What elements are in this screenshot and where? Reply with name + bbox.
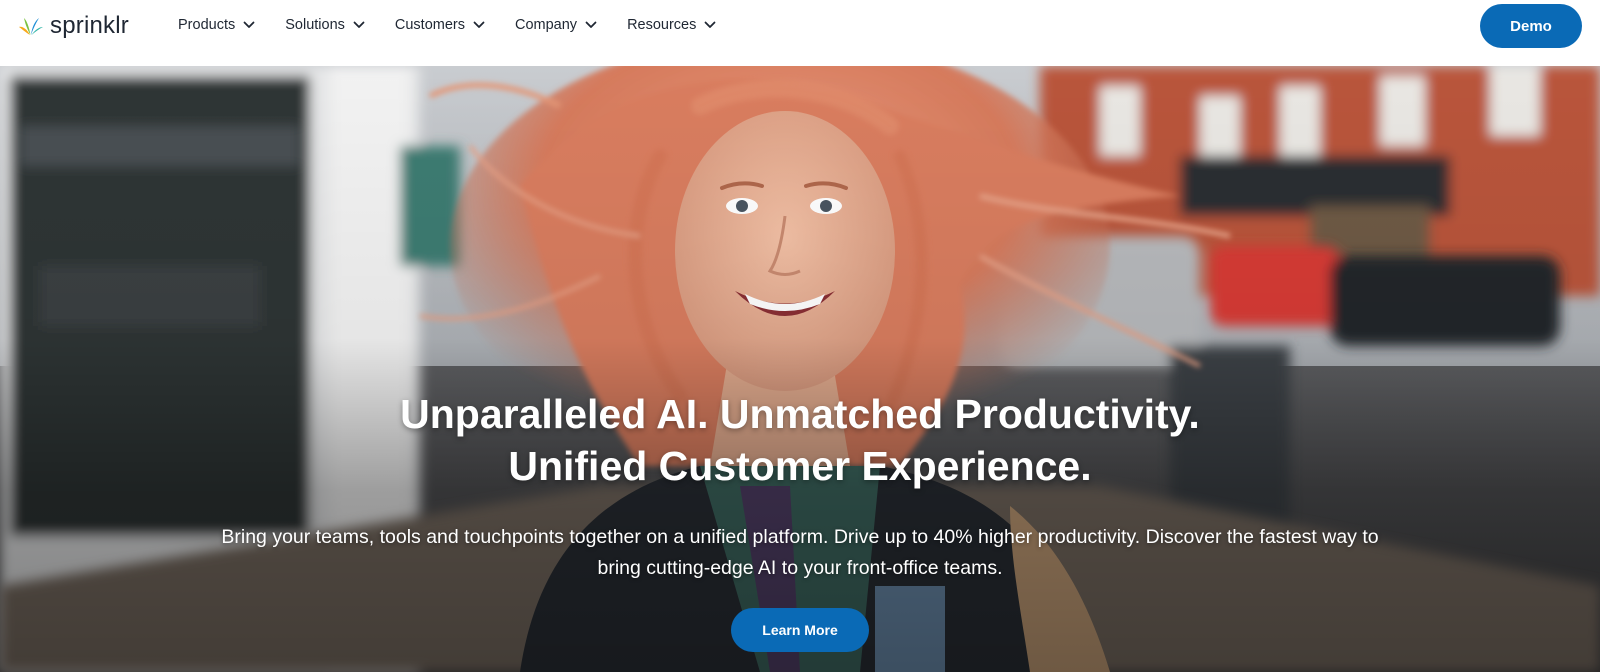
sprinklr-mark-icon: [19, 18, 43, 35]
headline-line-1: Unparalleled AI. Unmatched Productivity.: [400, 391, 1200, 437]
hero-headline: Unparalleled AI. Unmatched Productivity.…: [0, 388, 1600, 492]
nav-label: Solutions: [285, 17, 345, 33]
chevron-down-icon: [243, 21, 255, 28]
nav-label: Company: [515, 17, 578, 33]
main-nav: Products Solutions Customers Company Res…: [178, 0, 716, 50]
nav-label: Resources: [627, 17, 697, 33]
nav-customers[interactable]: Customers: [395, 17, 485, 33]
sprinklr-logo[interactable]: sprinklr: [18, 12, 129, 40]
chevron-down-icon: [704, 21, 716, 28]
brand-name: sprinklr: [50, 12, 129, 39]
headline-line-2: Unified Customer Experience.: [508, 443, 1092, 489]
learn-more-button[interactable]: Learn More: [731, 608, 869, 652]
nav-resources[interactable]: Resources: [627, 17, 716, 33]
hero-subcopy: Bring your teams, tools and touchpoints …: [221, 526, 1379, 579]
nav-company[interactable]: Company: [515, 17, 597, 33]
site-header: sprinklr Products Solutions Customers Co…: [0, 0, 1600, 66]
demo-button[interactable]: Demo: [1480, 4, 1582, 48]
nav-label: Customers: [394, 17, 465, 33]
hero-section: Unparalleled AI. Unmatched Productivity.…: [0, 66, 1600, 672]
chevron-down-icon: [353, 21, 365, 28]
nav-label: Products: [178, 17, 236, 33]
nav-solutions[interactable]: Solutions: [285, 17, 365, 33]
chevron-down-icon: [473, 21, 485, 28]
nav-products[interactable]: Products: [178, 17, 255, 33]
chevron-down-icon: [585, 21, 597, 28]
